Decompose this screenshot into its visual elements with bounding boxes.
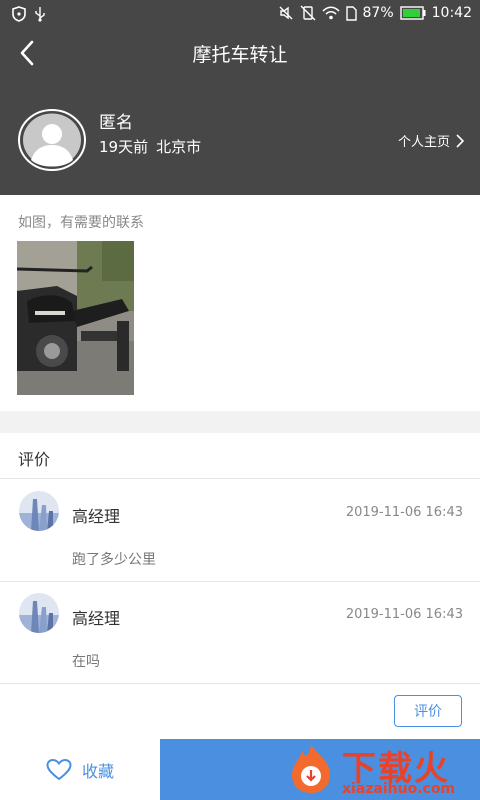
commenter-name: 高经理 — [72, 507, 121, 526]
battery-percent: 87% — [362, 5, 394, 21]
clock: 10:42 — [431, 5, 472, 21]
section-divider — [0, 411, 480, 433]
sim-icon — [345, 5, 357, 21]
shield-icon — [12, 6, 26, 22]
status-bar: 87% 10:42 — [0, 0, 480, 28]
watermark-domain: xiazaihuo.com — [342, 781, 456, 797]
comment-item: 高经理 2019-11-06 16:43 在吗 — [0, 581, 480, 681]
comment-item: 高经理 2019-11-06 16:43 跑了多少公里 — [0, 479, 480, 579]
comment-text: 跑了多少公里 — [72, 552, 156, 568]
watermark: 下载火 xiazaihuo.com — [284, 739, 480, 800]
post-time: 19天前 — [99, 138, 149, 156]
battery-icon — [399, 6, 426, 20]
app-bar: 摩托车转让 — [0, 28, 480, 78]
wifi-icon — [321, 6, 340, 20]
post-photo[interactable] — [17, 241, 134, 395]
user-name: 匿名 — [99, 113, 133, 133]
divider — [0, 683, 480, 684]
user-meta: 19天前 北京市 — [99, 136, 201, 157]
commenter-avatar[interactable] — [19, 593, 59, 633]
vibrate-off-icon — [300, 5, 316, 21]
comment-time: 2019-11-06 16:43 — [345, 607, 463, 622]
comments-heading: 评价 — [18, 450, 51, 469]
user-city: 北京市 — [156, 138, 202, 156]
usb-icon — [34, 6, 46, 22]
post-description: 如图，有需要的联系 — [18, 215, 144, 231]
mute-icon — [278, 5, 294, 21]
avatar[interactable] — [17, 108, 87, 172]
personal-homepage-link[interactable]: 个人主页 — [398, 131, 464, 150]
commenter-avatar[interactable] — [19, 491, 59, 531]
favorite-button[interactable]: 收藏 — [0, 739, 160, 800]
flame-logo-icon — [292, 745, 330, 793]
comment-text: 在吗 — [72, 654, 100, 670]
profile-header: 匿名 19天前 北京市 个人主页 — [0, 78, 480, 195]
review-button[interactable]: 评价 — [394, 695, 462, 727]
homepage-label: 个人主页 — [397, 135, 450, 150]
heart-icon — [46, 758, 72, 780]
chevron-right-icon — [456, 133, 464, 148]
page-title: 摩托车转让 — [192, 44, 288, 66]
comment-time: 2019-11-06 16:43 — [345, 505, 463, 520]
commenter-name: 高经理 — [72, 609, 121, 628]
favorite-label: 收藏 — [81, 761, 114, 781]
